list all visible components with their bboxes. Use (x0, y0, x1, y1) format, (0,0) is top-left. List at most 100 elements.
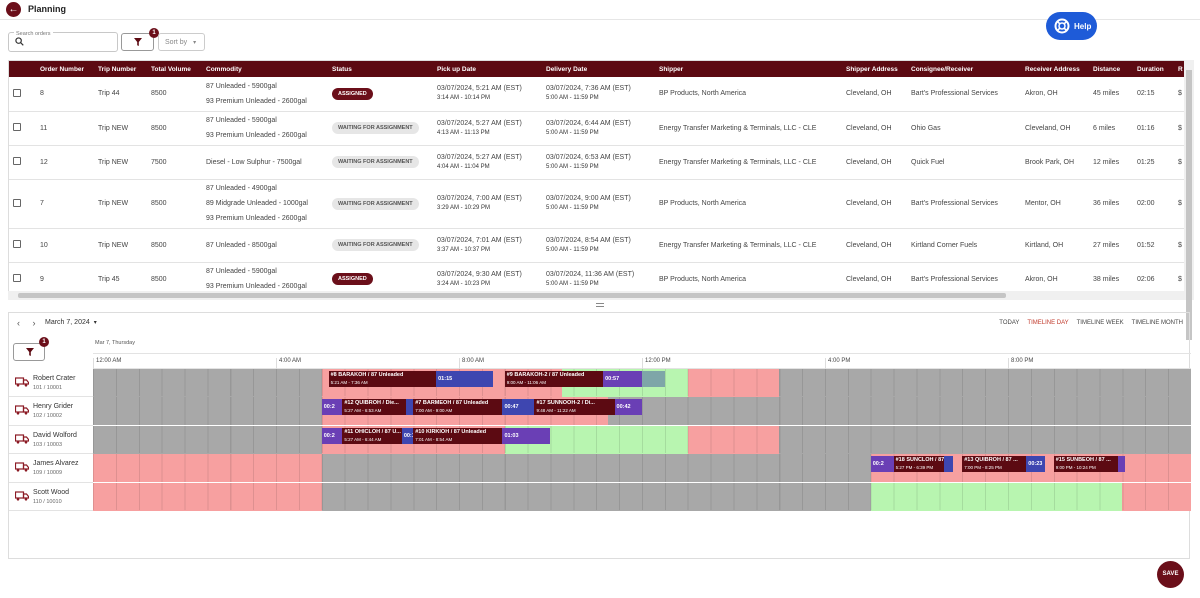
travel-event[interactable]: 01:15 (436, 371, 494, 387)
driver-lane[interactable] (93, 482, 1191, 511)
column-header[interactable]: Commodity (202, 61, 328, 77)
table-row[interactable]: 7 Trip NEW 8500 87 Unleaded - 4900gal 89 Mid… (9, 179, 1193, 229)
view-option[interactable]: TODAY (999, 320, 1019, 326)
travel-event[interactable]: 00:2 (870, 456, 894, 473)
column-header[interactable]: Shipper Address (842, 61, 907, 77)
view-option[interactable]: TIMELINE MONTH (1132, 320, 1183, 326)
column-header[interactable]: Delivery Date (542, 61, 655, 77)
total-volume: 8500 (147, 111, 202, 146)
travel-event[interactable] (943, 456, 954, 473)
event-time: 7:01 AM - 8:54 AM (415, 436, 453, 442)
row-checkbox[interactable] (13, 240, 21, 248)
trip-event[interactable]: #9 BARAKOH-2 / 87 Unleaded 9:00 AM - 11:0… (504, 371, 604, 387)
travel-event[interactable]: 00:57 (603, 371, 642, 387)
trip-event[interactable]: #17 SUNNOOH-2 / Di... 9:48 AM - 11:22 AM (534, 399, 615, 416)
row-checkbox[interactable] (13, 274, 21, 282)
driver-lane[interactable]: 00:2 #12 QUIBROH / Die... 5:27 AM - 6:53 A… (93, 397, 1191, 426)
travel-event[interactable] (642, 371, 665, 387)
view-option[interactable]: TIMELINE WEEK (1077, 320, 1124, 326)
table-vertical-scrollbar[interactable] (1184, 60, 1194, 340)
shipper: Energy Transfer Marketing & Terminals, L… (655, 228, 842, 263)
driver-row[interactable]: Henry Grider 102 / 10002 (9, 397, 93, 426)
driver-row[interactable]: James Alvarez 109 / 10009 (9, 454, 93, 483)
search-box[interactable]: Search orders (8, 31, 118, 52)
row-checkbox-cell (9, 145, 36, 180)
table-horizontal-scrollbar[interactable] (8, 291, 1184, 300)
travel-event[interactable]: 00:2 (321, 427, 343, 444)
table-row[interactable]: 11 Trip NEW 8500 87 Unleaded - 5900gal 93 Pr… (9, 111, 1193, 146)
table-row[interactable]: 12 Trip NEW 7500 Diesel - Low Sulphur - 750… (9, 145, 1193, 180)
driver-lane[interactable]: 00:2#18 SUNCLOH / 87 ...5:27 PM - 6:39 P… (93, 454, 1191, 483)
order-number: 12 (36, 145, 94, 180)
view-option[interactable]: TIMELINE DAY (1027, 320, 1068, 326)
chevron-right-icon[interactable]: › (33, 318, 36, 328)
shipper-address: Cleveland, OH (842, 111, 907, 146)
row-checkbox[interactable] (13, 88, 21, 97)
trip-event[interactable]: #11 OHICLOH / 87 U... 5:27 AM - 6:44 AM (342, 427, 402, 444)
row-checkbox[interactable] (13, 157, 21, 165)
column-header[interactable]: Order Number (36, 61, 94, 77)
trip-event[interactable]: #13 QUIBROH / 87 ... 7:00 PM - 8:25 PM (962, 456, 1027, 473)
column-header[interactable]: Shipper (655, 61, 842, 77)
back-arrow-icon[interactable]: ← (6, 2, 21, 17)
consignee: Bart's Professional Services (907, 179, 1021, 229)
trip-event[interactable]: #7 BARMEOH / 87 Unleaded 7:00 AM - 9:00 A… (413, 399, 503, 416)
order-number: 7 (36, 179, 94, 229)
row-checkbox[interactable] (13, 198, 21, 207)
travel-event[interactable] (406, 399, 414, 416)
driver-name: Scott Wood (33, 488, 70, 496)
column-header[interactable]: Trip Number (94, 61, 147, 77)
travel-event[interactable]: 00:23 (1026, 456, 1045, 473)
driver-lane[interactable]: 00:2 #11 OHICLOH / 87 U... 5:27 AM - 6:44 … (93, 425, 1191, 455)
delivery-date: 03/07/2024, 9:00 AM (EST) 5:00 AM - 11:59… (542, 179, 655, 229)
trip-event[interactable]: #12 QUIBROH / Die... 5:27 AM - 6:53 AM (342, 399, 407, 416)
table-row[interactable]: 8 Trip 44 8500 87 Unleaded - 5900gal 93 Prem… (9, 77, 1193, 112)
trip-event[interactable]: #10 KIRKIOH / 87 Unleaded 7:01 AM - 8:54 … (413, 427, 503, 444)
table-row[interactable]: 10 Trip NEW 8500 87 Unleaded - 8500gal WAITI… (9, 228, 1193, 263)
driver-row[interactable]: Scott Wood 110 / 10010 (9, 483, 93, 511)
resize-handle[interactable] (596, 303, 604, 307)
driver-id: 102 / 10002 (33, 413, 63, 420)
column-header[interactable]: Status (328, 61, 433, 77)
column-header[interactable]: Pick up Date (433, 61, 542, 77)
consignee: Quick Fuel (907, 145, 1021, 180)
column-header[interactable]: Total Volume (147, 61, 202, 77)
trip-event[interactable]: #18 SUNCLOH / 87 ...5:27 PM - 6:39 PM (893, 456, 944, 473)
delivery-date-window: 5:00 AM - 11:59 PM (546, 95, 599, 102)
driver-lane[interactable]: #8 BARAKOH / 87 Unleaded 5:21 AM - 7:36 A… (93, 369, 1191, 398)
column-header[interactable]: Duration (1133, 61, 1174, 77)
column-header[interactable]: Distance (1089, 61, 1133, 77)
help-button[interactable]: Help (1046, 12, 1097, 40)
trip-number: Trip NEW (94, 228, 147, 263)
travel-event[interactable]: 00:42 (614, 399, 642, 416)
travel-event[interactable]: 00:47 (502, 399, 535, 416)
duration: 02:00 (1133, 179, 1174, 229)
event-title: #8 BARAKOH / 87 Unleaded (330, 372, 404, 378)
trip-event[interactable]: #8 BARAKOH / 87 Unleaded 5:21 AM - 7:36 A… (328, 371, 437, 387)
help-label: Help (1074, 22, 1092, 31)
travel-event[interactable]: 00:1 (401, 427, 414, 444)
driver-row[interactable]: Robert Crater 101 / 10001 (9, 369, 93, 398)
scroll-thumb[interactable] (18, 293, 1006, 298)
column-header[interactable]: Consignee/Receiver (907, 61, 1021, 77)
pickup-date: 03/07/2024, 7:00 AM (EST) 3:29 AM - 10:29… (433, 179, 542, 229)
search-input[interactable] (27, 38, 115, 45)
event-title: #10 KIRKIOH / 87 Unleaded (415, 428, 487, 435)
scroll-thumb[interactable] (1186, 70, 1192, 340)
travel-event[interactable]: 00:2 (321, 399, 343, 416)
driver-row[interactable]: David Wolford 103 / 10003 (9, 426, 93, 455)
distance: 12 miles (1089, 145, 1133, 180)
chevron-left-icon[interactable]: ‹ (17, 318, 20, 328)
date-picker[interactable]: March 7, 2024 ▾ (45, 319, 97, 326)
save-button[interactable]: SAVE (1157, 561, 1184, 588)
delivery-date: 03/07/2024, 7:36 AM (EST) 5:00 AM - 11:59… (542, 77, 655, 112)
delivery-date-value: 03/07/2024, 6:44 AM (EST) (546, 119, 631, 127)
sort-by-select[interactable]: Sort by ▾ (158, 33, 205, 51)
column-header[interactable]: Receiver Address (1021, 61, 1089, 77)
travel-event[interactable] (1117, 456, 1125, 473)
status-cell: WAITING FOR ASSIGNMENT (328, 228, 433, 263)
driver-list: Robert Crater 101 / 10001 Henry Grider 102 … (9, 369, 93, 511)
row-checkbox[interactable] (13, 123, 21, 131)
trip-event[interactable]: #15 SUNBEOH / 87 ... 9:00 PM - 10:24 PM (1053, 456, 1118, 473)
travel-event[interactable]: 01:03 (502, 427, 551, 444)
